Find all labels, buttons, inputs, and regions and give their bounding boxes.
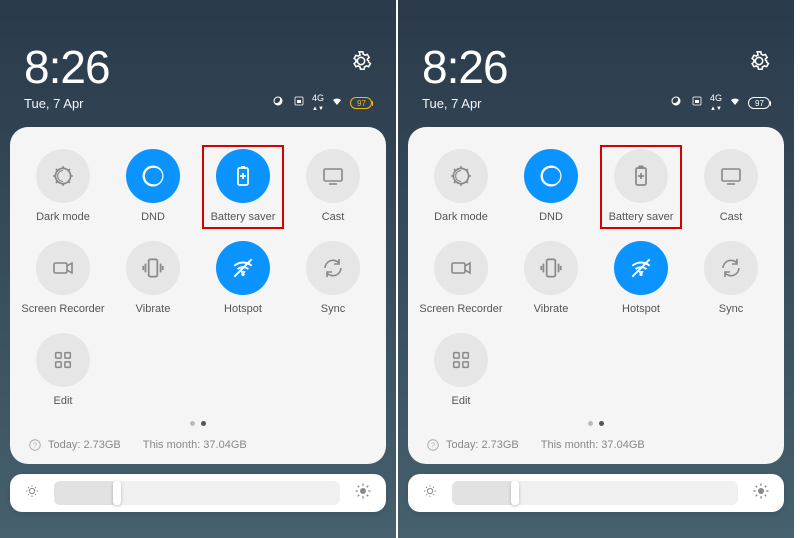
quick-settings-panel: Dark mode DND Battery saver Cast Screen … (408, 127, 784, 464)
brightness-slider[interactable] (10, 474, 386, 512)
brightness-high-icon (354, 482, 372, 505)
data-usage-row[interactable]: ? Today: 2.73GB This month: 37.04GB (20, 434, 376, 454)
tiles-grid: Dark mode DND Battery saver Cast Screen … (20, 145, 376, 417)
clock-time: 8:26 (24, 40, 372, 94)
status-bar: 8:26 Tue, 7 Apr 4G▲▼ 97 (398, 0, 794, 121)
dnd-status-icon (668, 94, 684, 112)
tile-hotspot[interactable]: Hotspot (598, 237, 684, 325)
tile-sync[interactable]: Sync (688, 237, 774, 325)
data-today: Today: 2.73GB (48, 439, 121, 451)
dnd-status-icon (270, 94, 286, 112)
brightness-low-icon (24, 483, 40, 504)
phone-screenshot-right: 8:26 Tue, 7 Apr 4G▲▼ 97 Dark mode DND (398, 0, 796, 538)
status-icons-right: 4G▲▼ 97 (270, 94, 372, 112)
tile-dnd[interactable]: DND (508, 145, 594, 233)
data-usage-row[interactable]: ? Today: 2.73GB This month: 37.04GB (418, 434, 774, 454)
status-bar: 8:26 Tue, 7 Apr 4G▲▼ 97 (0, 0, 396, 121)
brightness-track[interactable] (452, 481, 738, 505)
tile-battery-saver[interactable]: Battery saver (200, 145, 286, 233)
brightness-slider[interactable] (408, 474, 784, 512)
tile-dark-mode[interactable]: Dark mode (418, 145, 504, 233)
info-icon: ? (28, 438, 42, 452)
sim-status-icon (689, 94, 705, 112)
data-month: This month: 37.04GB (143, 439, 247, 451)
network-4g-icon: 4G▲▼ (312, 94, 324, 112)
info-icon: ? (426, 438, 440, 452)
page-indicator (418, 421, 774, 426)
svg-text:?: ? (431, 442, 435, 449)
tile-vibrate[interactable]: Vibrate (508, 237, 594, 325)
tile-cast[interactable]: Cast (290, 145, 376, 233)
page-dot (588, 421, 593, 426)
tile-screen-recorder[interactable]: Screen Recorder (20, 237, 106, 325)
network-4g-icon: 4G▲▼ (710, 94, 722, 112)
page-dot (190, 421, 195, 426)
brightness-low-icon (422, 483, 438, 504)
quick-settings-panel: Dark mode DND Battery saver Cast Screen … (10, 127, 386, 464)
tiles-grid: Dark mode DND Battery saver Cast Screen … (418, 145, 774, 417)
page-dot-active (599, 421, 604, 426)
brightness-fill (452, 481, 515, 505)
tile-edit[interactable]: Edit (418, 329, 504, 417)
battery-indicator: 97 (748, 97, 770, 109)
brightness-fill (54, 481, 117, 505)
sim-status-icon (291, 94, 307, 112)
brightness-high-icon (752, 482, 770, 505)
tile-sync[interactable]: Sync (290, 237, 376, 325)
settings-gear-icon[interactable] (748, 50, 770, 77)
status-icons-right: 4G▲▼ 97 (668, 94, 770, 112)
brightness-thumb[interactable] (511, 481, 519, 505)
tile-dnd[interactable]: DND (110, 145, 196, 233)
page-dot-active (201, 421, 206, 426)
tile-edit[interactable]: Edit (20, 329, 106, 417)
tile-vibrate[interactable]: Vibrate (110, 237, 196, 325)
svg-text:?: ? (33, 442, 37, 449)
settings-gear-icon[interactable] (350, 50, 372, 77)
phone-screenshot-left: 8:26 Tue, 7 Apr 4G▲▼ 97 Dark mode DND (0, 0, 398, 538)
tile-battery-saver[interactable]: Battery saver (598, 145, 684, 233)
tile-dark-mode[interactable]: Dark mode (20, 145, 106, 233)
data-month: This month: 37.04GB (541, 439, 645, 451)
brightness-track[interactable] (54, 481, 340, 505)
data-today: Today: 2.73GB (446, 439, 519, 451)
battery-indicator: 97 (350, 97, 372, 109)
clock-time: 8:26 (422, 40, 770, 94)
wifi-icon (727, 94, 743, 112)
page-indicator (20, 421, 376, 426)
tile-cast[interactable]: Cast (688, 145, 774, 233)
brightness-thumb[interactable] (113, 481, 121, 505)
tile-screen-recorder[interactable]: Screen Recorder (418, 237, 504, 325)
tile-hotspot[interactable]: Hotspot (200, 237, 286, 325)
wifi-icon (329, 94, 345, 112)
